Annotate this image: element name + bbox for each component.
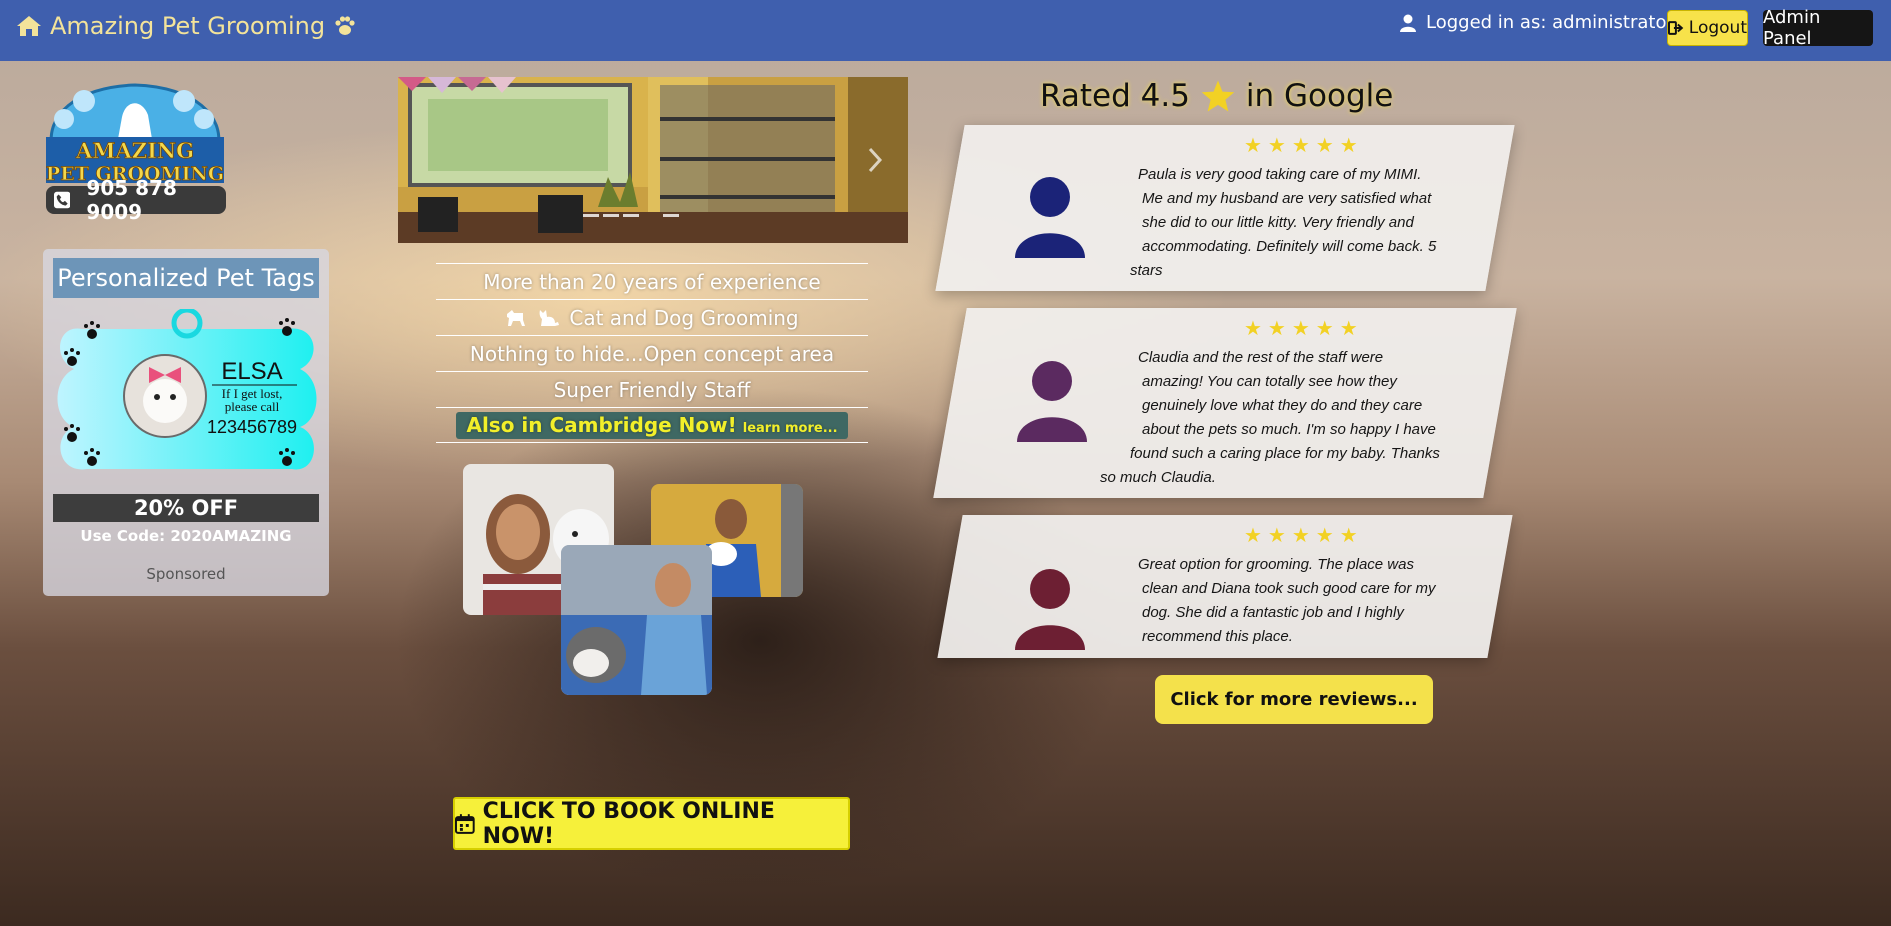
- review-text: Great option for grooming. The place was…: [1138, 556, 1436, 645]
- logout-label: Logout: [1688, 18, 1747, 38]
- brand-name: Amazing Pet Grooming: [50, 12, 326, 40]
- shop-interior-photo: [398, 77, 908, 243]
- staff-photo-3: [561, 545, 712, 695]
- review-text: Claudia and the rest of the staff were a…: [1100, 349, 1440, 486]
- login-status-text: Logged in as: administrator: [1426, 12, 1674, 33]
- google-rating-heading: Rated 4.5 in Google: [1040, 78, 1440, 114]
- phone-number: 905 878 9009: [86, 176, 177, 224]
- rating-suffix: in Google: [1245, 78, 1394, 114]
- cambridge-banner[interactable]: Also in Cambridge Now! learn more...: [456, 411, 848, 442]
- admin-panel-button[interactable]: Admin Panel: [1763, 7, 1873, 49]
- feature-list: More than 20 years of experience Cat and…: [436, 263, 868, 443]
- review-card: ★★★★★ Paula is very good taking care of …: [935, 125, 1515, 291]
- book-online-button[interactable]: CLICK TO BOOK ONLINE NOW!: [453, 797, 850, 850]
- login-status: Logged in as: administrator: [1400, 12, 1674, 33]
- sign-out-icon: [1668, 21, 1684, 35]
- home-icon: [17, 16, 41, 36]
- review-text: Paula is very good taking care of my MIM…: [1130, 166, 1437, 279]
- admin-panel-label: Admin Panel: [1763, 7, 1821, 49]
- book-online-label: CLICK TO BOOK ONLINE NOW!: [482, 798, 775, 849]
- paw-icon: [335, 16, 355, 35]
- dog-icon: [507, 309, 526, 326]
- tag-number: 123456789: [207, 417, 297, 437]
- more-reviews-button[interactable]: Click for more reviews...: [1155, 675, 1433, 724]
- feature-open-concept: Nothing to hide...Open concept area: [469, 341, 835, 366]
- reviewer-avatar-icon: [1015, 569, 1085, 650]
- ad-sponsored-label: Sponsored: [146, 565, 226, 583]
- logout-button[interactable]: Logout: [1667, 10, 1748, 46]
- top-navbar: Amazing Pet Grooming Logged in as: admin…: [0, 0, 1891, 61]
- five-star-rating: ★★★★★: [1244, 523, 1364, 547]
- feature-item: Cat and Dog Grooming: [436, 299, 868, 335]
- five-star-rating: ★★★★★: [1244, 133, 1364, 157]
- brand-link[interactable]: Amazing Pet Grooming: [16, 12, 357, 40]
- user-icon: [1400, 14, 1416, 32]
- review-card: ★★★★★ Great option for grooming. The pla…: [937, 515, 1513, 658]
- ad-discount: 20% OFF: [53, 494, 319, 522]
- feature-item: More than 20 years of experience: [436, 263, 868, 299]
- ad-title: Personalized Pet Tags: [53, 258, 319, 298]
- feature-item: Super Friendly Staff: [436, 371, 868, 407]
- site-logo[interactable]: AMAZING PET GROOMING: [44, 77, 226, 185]
- rating-prefix: Rated 4.5: [1040, 78, 1190, 114]
- tag-name: ELSA: [221, 358, 282, 385]
- cambridge-learn-more-link[interactable]: learn more...: [743, 415, 838, 442]
- reviewer-avatar-icon: [1017, 361, 1087, 442]
- calendar-icon: [455, 813, 475, 834]
- feature-experience: More than 20 years of experience: [483, 269, 821, 294]
- feature-item: Also in Cambridge Now! learn more...: [436, 407, 868, 443]
- feature-cat-dog: Cat and Dog Grooming: [569, 305, 799, 330]
- logo-line1: AMAZING: [75, 138, 194, 163]
- star-icon: [1201, 80, 1235, 112]
- review-card: ★★★★★ Claudia and the rest of the staff …: [933, 308, 1517, 498]
- phone-icon: [54, 191, 71, 209]
- cat-icon: [539, 309, 560, 326]
- sponsored-ad[interactable]: Personalized Pet Tags ELSA If I get lost…: [43, 249, 329, 596]
- tag-line2: please call: [225, 399, 280, 414]
- ad-promo-code: Use Code: 2020AMAZING: [80, 527, 292, 545]
- pet-tag-image: ELSA If I get lost, please call 12345678…: [57, 309, 317, 470]
- phone-number-link[interactable]: 905 878 9009: [46, 176, 226, 224]
- cambridge-text: Also in Cambridge Now!: [466, 412, 737, 437]
- feature-item: Nothing to hide...Open concept area: [436, 335, 868, 371]
- feature-staff: Super Friendly Staff: [553, 377, 751, 402]
- five-star-rating: ★★★★★: [1244, 316, 1364, 340]
- reviewer-avatar-icon: [1015, 177, 1085, 258]
- more-reviews-label: Click for more reviews...: [1170, 689, 1418, 710]
- shop-photo-carousel[interactable]: [398, 77, 908, 243]
